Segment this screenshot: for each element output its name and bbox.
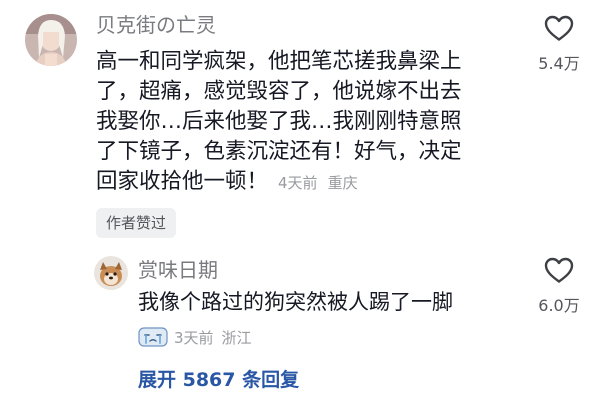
comment-like-count: 5.4万 [538,54,580,73]
reply-time: 3天前 [174,328,214,347]
reply-location: 浙江 [221,328,252,347]
crying-sticker-icon [138,326,168,348]
reply-like-button[interactable]: 6.0万 [536,256,582,316]
commenter-username[interactable]: 贝克街の亡灵 [96,13,216,37]
comment-line: 回家收拾他一顿！ [96,169,269,194]
replier-username[interactable]: 赏味日期 [138,258,218,282]
reply-text: 我像个路过的狗突然被人踢了一脚 [138,290,453,314]
author-liked-badge: 作者赞过 [96,208,177,238]
comment-line: 我娶你…后来他娶了我…我刚刚特意照 [96,109,462,134]
comment-like-button[interactable]: 5.4万 [536,14,582,74]
comment-line: 高一和同学疯架，他把笔芯搓我鼻梁上 [96,49,462,74]
expand-replies-link[interactable]: 展开 5867 条回复 [138,368,299,392]
reply-like-count: 6.0万 [538,296,580,315]
comment-line: 了，超痛，感觉毁容了，他说嫁不出去 [96,79,462,104]
comment-location: 重庆 [327,174,358,192]
replier-avatar[interactable] [94,256,128,290]
commenter-avatar[interactable] [25,14,77,66]
comment-line-last: 回家收拾他一顿！ 4天前 重庆 [96,167,516,197]
heart-icon[interactable] [543,14,575,42]
comment-text: 高一和同学疯架，他把笔芯搓我鼻梁上 了，超痛，感觉毁容了，他说嫁不出去 我娶你…… [96,47,516,197]
reply-meta: 3天前 浙江 [138,326,252,348]
comment-line: 了下镜子，色素沉淀还有！好气，决定 [96,139,462,164]
comment-time: 4天前 [278,174,318,192]
heart-icon[interactable] [543,256,575,284]
